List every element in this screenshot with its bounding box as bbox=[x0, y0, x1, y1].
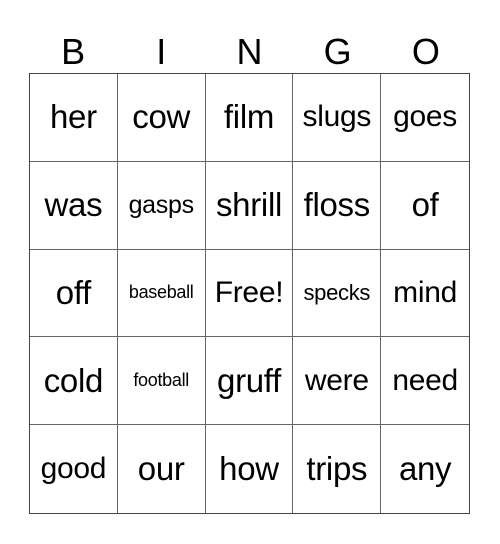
bingo-cell[interactable]: how bbox=[206, 425, 294, 513]
bingo-cell[interactable]: off bbox=[30, 249, 118, 338]
bingo-cell[interactable]: trips bbox=[293, 425, 382, 513]
bingo-cell[interactable]: floss bbox=[293, 161, 382, 250]
header-letter-n: N bbox=[236, 31, 263, 72]
bingo-cell[interactable]: were bbox=[293, 337, 382, 426]
bingo-cell[interactable]: gruff bbox=[205, 337, 294, 426]
bingo-cell[interactable]: shrill bbox=[205, 161, 294, 250]
header-letter-b: B bbox=[61, 31, 86, 72]
bingo-cell[interactable]: cold bbox=[30, 337, 118, 426]
bingo-cell[interactable]: need bbox=[381, 337, 469, 426]
bingo-cell[interactable]: gasps bbox=[117, 161, 206, 250]
header-letter-i: I bbox=[156, 31, 167, 72]
bingo-card: her cow film slugs goes was gasps shrill… bbox=[29, 73, 470, 514]
bingo-cell[interactable]: of bbox=[381, 162, 469, 250]
bingo-cell[interactable]: cow bbox=[117, 74, 206, 162]
free-space-cell[interactable]: Free! bbox=[205, 249, 294, 338]
bingo-cell[interactable]: slugs bbox=[293, 74, 382, 162]
bingo-header: B I N G O bbox=[29, 30, 470, 74]
bingo-cell[interactable]: was bbox=[30, 161, 118, 250]
bingo-cell[interactable]: specks bbox=[293, 249, 382, 338]
bingo-cell[interactable]: goes bbox=[381, 74, 469, 162]
bingo-cell[interactable]: film bbox=[205, 74, 294, 162]
bingo-cell[interactable]: her bbox=[30, 74, 118, 162]
bingo-cell[interactable]: mind bbox=[381, 250, 469, 338]
header-letter-o: O bbox=[411, 31, 440, 72]
header-letter-g: G bbox=[323, 31, 352, 72]
bingo-cell[interactable]: football bbox=[117, 337, 206, 426]
bingo-cell[interactable]: baseball bbox=[117, 249, 206, 338]
bingo-cell[interactable]: our bbox=[118, 425, 206, 513]
bingo-cell[interactable]: good bbox=[30, 425, 118, 513]
bingo-cell[interactable]: any bbox=[381, 425, 469, 513]
